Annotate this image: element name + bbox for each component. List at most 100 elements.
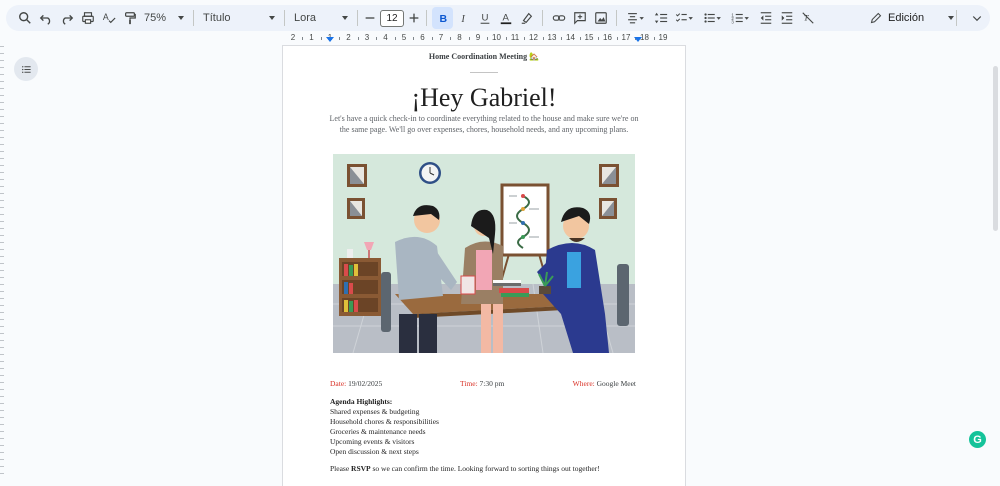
vertical-scrollbar[interactable] bbox=[993, 66, 998, 231]
spellcheck-icon[interactable]: A bbox=[98, 7, 119, 29]
ruler-tick bbox=[450, 37, 452, 40]
ruler-tick bbox=[468, 37, 470, 40]
left-indent-marker[interactable] bbox=[326, 37, 334, 42]
ruler-label: 2 bbox=[346, 33, 351, 42]
list-item: Household chores & responsibilities bbox=[330, 417, 439, 426]
clear-formatting-icon[interactable]: T bbox=[797, 7, 818, 29]
ruler-tick bbox=[524, 37, 526, 40]
zoom-value: 75% bbox=[144, 12, 167, 24]
ruler-label: 16 bbox=[603, 33, 612, 42]
svg-text:3: 3 bbox=[731, 19, 734, 24]
decrease-indent-icon[interactable] bbox=[755, 7, 776, 29]
date-label: Date: bbox=[330, 379, 347, 388]
ruler-tick bbox=[413, 37, 415, 40]
where-label: Where: bbox=[572, 379, 595, 388]
chevron-up-icon bbox=[972, 16, 982, 22]
ruler-tick bbox=[561, 37, 563, 40]
ruler-tick bbox=[394, 37, 396, 40]
document-header: Home Coordination Meeting 🏡 bbox=[428, 52, 540, 61]
link-icon[interactable] bbox=[548, 7, 569, 29]
chevron-down-icon bbox=[342, 16, 348, 20]
divider bbox=[956, 10, 957, 26]
svg-text:U: U bbox=[481, 13, 488, 24]
ruler-tick bbox=[653, 37, 655, 40]
bold-icon[interactable]: B bbox=[432, 7, 453, 29]
time-value: 7:30 pm bbox=[479, 379, 505, 388]
agenda-heading: Agenda Highlights: bbox=[330, 397, 393, 406]
time-label: Time: bbox=[460, 379, 478, 388]
ruler-tick bbox=[616, 37, 618, 40]
editing-mode-label: Edición bbox=[888, 12, 925, 24]
vertical-ruler bbox=[0, 46, 4, 479]
document-page[interactable]: Home Coordination Meeting 🏡 ............… bbox=[283, 46, 685, 486]
increase-indent-icon[interactable] bbox=[776, 7, 797, 29]
add-comment-icon[interactable] bbox=[569, 7, 590, 29]
highlight-icon[interactable] bbox=[516, 7, 537, 29]
svg-text:I: I bbox=[460, 14, 465, 25]
decrease-font-size-icon[interactable] bbox=[363, 7, 377, 29]
print-icon[interactable] bbox=[77, 7, 98, 29]
collapse-menus-button[interactable] bbox=[967, 8, 987, 28]
ruler-label: 13 bbox=[547, 33, 557, 42]
ruler-tick bbox=[320, 37, 322, 40]
editing-mode-button[interactable]: Edición bbox=[864, 7, 956, 29]
font-select[interactable]: Lora bbox=[290, 7, 352, 29]
redo-icon[interactable] bbox=[56, 7, 77, 29]
date-field: Date: 19/02/2025 bbox=[330, 379, 382, 388]
font-size-input[interactable]: 12 bbox=[380, 9, 404, 27]
search-menus-icon[interactable] bbox=[14, 7, 35, 29]
ruler-tick bbox=[302, 37, 304, 40]
ruler-label: 5 bbox=[401, 33, 407, 42]
rsvp-bold: RSVP bbox=[351, 464, 371, 473]
ruler-label: 15 bbox=[584, 33, 594, 42]
checklist-icon[interactable] bbox=[671, 7, 699, 29]
undo-icon[interactable] bbox=[35, 7, 56, 29]
font-value: Lora bbox=[294, 12, 317, 24]
grammarly-icon[interactable]: G bbox=[969, 431, 986, 448]
list-item: Groceries & maintenance needs bbox=[330, 427, 426, 436]
text-color-icon[interactable]: A bbox=[495, 7, 516, 29]
svg-text:A: A bbox=[102, 12, 108, 22]
list-icon bbox=[21, 65, 31, 73]
ruler-tick bbox=[357, 37, 359, 40]
horizontal-ruler[interactable]: 2 1 1 2 3 4 5 6 7 8 9 10 11 12 13 14 15 16 17 18 19 bbox=[283, 33, 685, 44]
ruler-label: 14 bbox=[566, 33, 575, 42]
divider bbox=[426, 10, 427, 26]
bulleted-list-icon[interactable] bbox=[699, 7, 727, 29]
ruler-label: 7 bbox=[438, 33, 444, 42]
ruler-label: 17 bbox=[621, 33, 631, 42]
ruler-tick bbox=[431, 37, 433, 40]
ruler-label: 6 bbox=[420, 33, 425, 42]
align-icon[interactable] bbox=[622, 7, 650, 29]
zoom-select[interactable]: 75% bbox=[140, 7, 188, 29]
ruler-label: 1 bbox=[309, 33, 314, 42]
ruler-tick bbox=[376, 37, 378, 40]
list-item: Upcoming events & visitors bbox=[330, 437, 415, 446]
list-item: Shared expenses & budgeting bbox=[330, 407, 420, 416]
line-spacing-icon[interactable] bbox=[650, 7, 671, 29]
ruler-tick bbox=[339, 37, 341, 40]
document-outline-button[interactable] bbox=[14, 57, 38, 81]
divider bbox=[616, 10, 617, 26]
time-field: Time: 7:30 pm bbox=[460, 379, 504, 388]
svg-text:B: B bbox=[439, 13, 447, 25]
meeting-illustration[interactable] bbox=[333, 154, 635, 353]
style-select[interactable]: Título bbox=[199, 7, 279, 29]
ruler-label: 8 bbox=[457, 33, 462, 42]
divider bbox=[193, 10, 194, 26]
italic-icon[interactable]: I bbox=[453, 7, 474, 29]
right-indent-marker[interactable] bbox=[634, 37, 642, 42]
insert-image-icon[interactable] bbox=[590, 7, 611, 29]
ruler-tick bbox=[579, 37, 581, 40]
svg-text:A: A bbox=[502, 13, 509, 24]
ruler-tick bbox=[542, 37, 544, 40]
numbered-list-icon[interactable]: 123 bbox=[727, 7, 755, 29]
where-value: Google Meet bbox=[596, 379, 636, 388]
paint-format-icon[interactable] bbox=[119, 7, 140, 29]
rsvp-text-start: Please bbox=[330, 464, 352, 473]
chevron-down-icon bbox=[948, 16, 955, 20]
rsvp-paragraph: Please RSVP so we can confirm the time. … bbox=[330, 464, 600, 473]
underline-icon[interactable]: U bbox=[474, 7, 495, 29]
increase-font-size-icon[interactable] bbox=[407, 7, 421, 29]
ruler-tick bbox=[505, 37, 507, 40]
